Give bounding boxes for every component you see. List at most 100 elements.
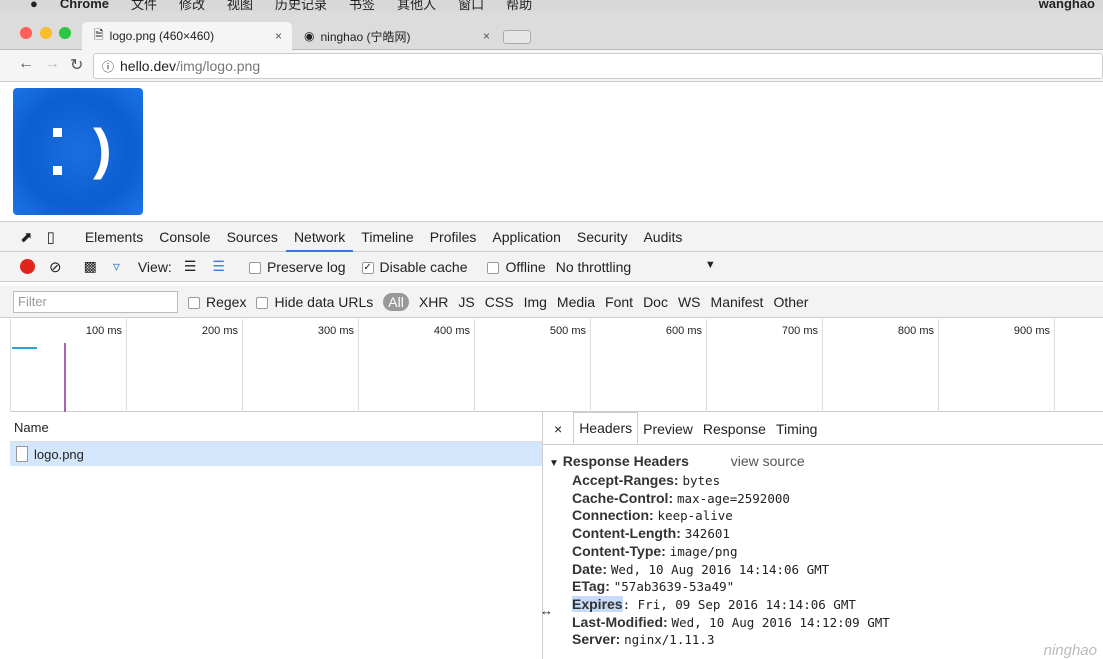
menu-item[interactable]: 窗口 bbox=[458, 0, 484, 13]
tab-network[interactable]: Network bbox=[285, 222, 354, 252]
filter-bar: Filter Regex Hide data URLs All XHR JS C… bbox=[0, 286, 1103, 318]
request-bar bbox=[12, 347, 37, 349]
user-name[interactable]: wanghao bbox=[1039, 0, 1095, 11]
filter-type-ws[interactable]: WS bbox=[678, 294, 701, 310]
hide-data-urls-label: Hide data URLs bbox=[274, 293, 374, 310]
collapse-triangle-icon[interactable]: ▼ bbox=[549, 458, 559, 469]
address-bar: ← → ↻ ⓘ hello.dev/img/logo.png bbox=[0, 50, 1103, 82]
filter-type-font[interactable]: Font bbox=[605, 294, 633, 310]
clear-icon[interactable]: ⊘ bbox=[49, 258, 62, 276]
response-headers-section[interactable]: ▼ Response Headers view source bbox=[549, 453, 1097, 469]
file-icon bbox=[16, 446, 28, 462]
timeline-tick: 800 ms bbox=[822, 319, 938, 412]
apple-icon[interactable]: ● bbox=[30, 0, 38, 11]
menu-item[interactable]: 历史记录 bbox=[275, 0, 327, 13]
filter-type-img[interactable]: Img bbox=[524, 294, 547, 310]
mac-menubar: ● Chrome 文件 修改 视图 历史记录 书签 其他人 窗口 帮助 wang… bbox=[0, 0, 1103, 12]
forward-icon[interactable]: → bbox=[44, 55, 60, 73]
tab-response[interactable]: Response bbox=[698, 414, 771, 444]
hide-data-urls-checkbox[interactable]: Hide data URLs bbox=[256, 294, 373, 310]
close-tab-icon[interactable]: × bbox=[275, 29, 282, 43]
close-tab-icon[interactable]: × bbox=[483, 29, 490, 43]
menu-item[interactable]: 其他人 bbox=[397, 0, 436, 13]
menu-item[interactable]: 帮助 bbox=[506, 0, 532, 13]
tab-title: ninghao (宁皓网) bbox=[320, 29, 411, 44]
disable-cache-checkbox[interactable]: ✓ Disable cache bbox=[361, 258, 468, 275]
new-tab-button[interactable] bbox=[503, 30, 531, 44]
browser-tab-ninghao[interactable]: ◉ ninghao (宁皓网) × bbox=[292, 22, 500, 50]
filter-icon[interactable]: ▿ bbox=[113, 258, 120, 275]
filter-type-xhr[interactable]: XHR bbox=[419, 294, 449, 310]
name-column-header[interactable]: Name bbox=[10, 412, 542, 442]
timeline-tick: 100 ms bbox=[10, 319, 126, 412]
filter-type-doc[interactable]: Doc bbox=[643, 294, 668, 310]
tab-timeline[interactable]: Timeline bbox=[353, 222, 421, 252]
timeline-overview[interactable]: 100 ms 200 ms 300 ms 400 ms 500 ms 600 m… bbox=[10, 319, 1103, 412]
record-button[interactable] bbox=[20, 259, 35, 274]
filter-type-other[interactable]: Other bbox=[773, 294, 808, 310]
view-source-link[interactable]: view source bbox=[731, 453, 805, 469]
filter-type-js[interactable]: JS bbox=[458, 294, 474, 310]
url-input[interactable]: ⓘ hello.dev/img/logo.png bbox=[93, 53, 1103, 79]
timeline-tick: 900 ms bbox=[938, 319, 1054, 412]
url-path: /img/logo.png bbox=[176, 58, 261, 74]
filter-input[interactable]: Filter bbox=[13, 290, 178, 313]
offline-checkbox[interactable]: Offline bbox=[487, 258, 546, 275]
filter-type-media[interactable]: Media bbox=[557, 294, 595, 310]
timeline-tick: 300 ms bbox=[242, 319, 358, 412]
url-host: hello.dev bbox=[120, 58, 177, 74]
back-icon[interactable]: ← bbox=[18, 55, 34, 73]
close-detail-icon[interactable]: × bbox=[549, 414, 567, 444]
section-title: Response Headers bbox=[562, 453, 689, 469]
camera-icon[interactable]: ▩ bbox=[84, 258, 97, 275]
tab-sources[interactable]: Sources bbox=[219, 222, 286, 252]
menu-item[interactable]: 视图 bbox=[227, 0, 253, 13]
reload-icon[interactable]: ↻ bbox=[70, 55, 83, 75]
header-row: Content-Type: image/png bbox=[572, 542, 738, 559]
timeline-tick: 600 ms bbox=[590, 319, 706, 412]
tab-audits[interactable]: Audits bbox=[635, 222, 690, 252]
resize-cursor-icon[interactable]: ↔ bbox=[540, 603, 553, 618]
throttling-select[interactable]: No throttling ▼ bbox=[556, 259, 716, 275]
large-rows-icon[interactable]: ☰ bbox=[184, 258, 197, 275]
filter-type-manifest[interactable]: Manifest bbox=[711, 294, 764, 310]
offline-label: Offline bbox=[505, 258, 546, 275]
browser-tab-logo[interactable]: 🗎 logo.png (460×460) × bbox=[82, 22, 292, 50]
tab-preview[interactable]: Preview bbox=[638, 414, 698, 444]
header-row: Content-Length: 342601 bbox=[572, 525, 730, 542]
menu-item[interactable]: 文件 bbox=[131, 0, 157, 13]
close-window-button[interactable] bbox=[20, 27, 32, 39]
tab-security[interactable]: Security bbox=[569, 222, 636, 252]
request-name: logo.png bbox=[34, 446, 84, 462]
header-row: Last-Modified: Wed, 10 Aug 2016 14:12:09… bbox=[572, 613, 890, 630]
tab-bar: 🗎 logo.png (460×460) × ◉ ninghao (宁皓网) × bbox=[0, 12, 1103, 50]
minimize-window-button[interactable] bbox=[40, 27, 52, 39]
network-toolbar: ⊘ ▩ ▿ View: ☰ ☰ Preserve log ✓ Disable ca… bbox=[0, 252, 1103, 282]
device-toolbar-icon[interactable]: ▯ bbox=[47, 228, 55, 246]
menu-item[interactable]: 修改 bbox=[179, 0, 205, 13]
regex-checkbox[interactable]: Regex bbox=[188, 294, 246, 310]
watermark: ninghao bbox=[1043, 642, 1097, 659]
filter-type-css[interactable]: CSS bbox=[485, 294, 514, 310]
overview-icon[interactable]: ☰ bbox=[212, 258, 225, 275]
request-detail-panel: × Headers Preview Response Timing ▼ Resp… bbox=[543, 412, 1103, 659]
load-event-line bbox=[64, 343, 66, 412]
tab-application[interactable]: Application bbox=[484, 222, 569, 252]
tab-timing[interactable]: Timing bbox=[771, 414, 823, 444]
filter-type-all[interactable]: All bbox=[383, 292, 409, 311]
tab-title: logo.png (460×460) bbox=[109, 29, 215, 43]
request-row[interactable]: logo.png bbox=[10, 442, 542, 466]
menu-app[interactable]: Chrome bbox=[60, 0, 109, 11]
maximize-window-button[interactable] bbox=[59, 27, 71, 39]
tab-elements[interactable]: Elements bbox=[77, 222, 151, 252]
tab-profiles[interactable]: Profiles bbox=[422, 222, 485, 252]
preserve-log-checkbox[interactable]: Preserve log bbox=[248, 259, 346, 275]
dropdown-arrow-icon: ▼ bbox=[704, 258, 716, 271]
menu-item[interactable]: 书签 bbox=[349, 0, 375, 13]
timeline-tick: 400 ms bbox=[358, 319, 474, 412]
disable-cache-label: Disable cache bbox=[379, 258, 468, 275]
tab-headers[interactable]: Headers bbox=[573, 412, 639, 444]
info-icon: ⓘ bbox=[102, 59, 115, 74]
tab-console[interactable]: Console bbox=[151, 222, 218, 252]
inspect-element-icon[interactable]: ⬈ bbox=[20, 228, 33, 246]
